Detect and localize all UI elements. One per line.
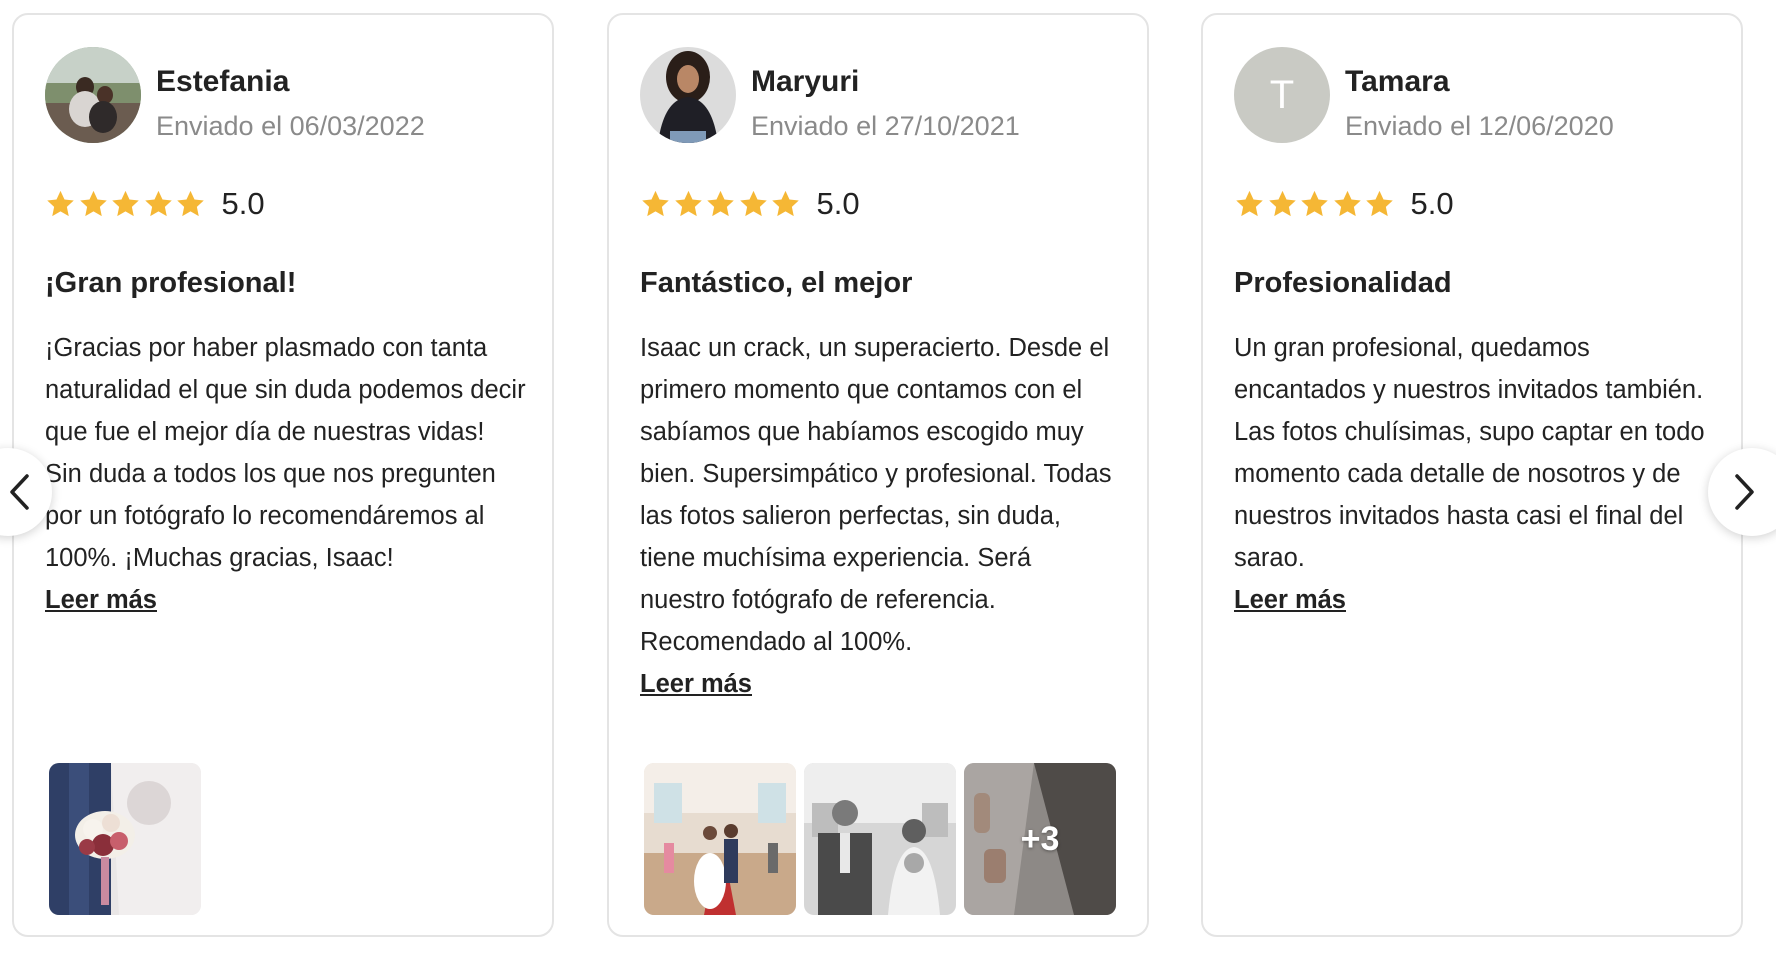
star-icon (739, 190, 767, 217)
star-icon (1236, 190, 1263, 217)
review-date: Enviado el 12/06/2020 (1345, 111, 1614, 141)
review-photo-thumbnail[interactable] (644, 763, 796, 915)
star-icon (1366, 190, 1393, 217)
chevron-right-icon (1735, 474, 1754, 510)
review-title: ¡Gran profesional! (45, 267, 297, 299)
star-icon (1333, 190, 1361, 217)
rating-score: 5.0 (1410, 186, 1454, 221)
review-card: T Tamara Enviado el 12/06/2020 5.0 Profe… (1201, 13, 1743, 937)
review-body-block: Un gran profesional, quedamos encantados… (1234, 327, 1716, 621)
review-text: Isaac un crack, un superacierto. Desde e… (640, 334, 1112, 656)
review-date: Enviado el 27/10/2021 (751, 111, 1020, 141)
review-photo-thumbnail[interactable] (804, 763, 956, 915)
review-card: Maryuri Enviado el 27/10/2021 5.0 Fantás… (607, 13, 1149, 937)
avatar (640, 47, 736, 143)
star-icon (177, 190, 204, 217)
review-text: Un gran profesional, quedamos encantados… (1234, 334, 1705, 572)
rating-score: 5.0 (816, 186, 860, 221)
review-date: Enviado el 06/03/2022 (156, 111, 425, 141)
rating-score: 5.0 (221, 186, 265, 221)
review-photo-thumbnail[interactable]: +3 (964, 763, 1116, 915)
review-text: ¡Gracias por haber plasmado con tanta na… (45, 334, 526, 572)
more-photos-count: +3 (1020, 819, 1060, 858)
review-card: Estefania Enviado el 06/03/2022 5.0 ¡Gra… (12, 13, 554, 937)
author-name: Tamara (1345, 65, 1450, 98)
star-rating: 5.0 (45, 186, 265, 221)
read-more-link[interactable]: Leer más (45, 579, 527, 621)
star-rating: 5.0 (640, 186, 860, 221)
star-icon (112, 190, 139, 217)
review-photo-thumbnail[interactable] (49, 763, 201, 915)
review-body-block: Isaac un crack, un superacierto. Desde e… (640, 327, 1122, 705)
star-icon (79, 190, 107, 217)
review-title: Profesionalidad (1234, 267, 1452, 299)
star-icon (674, 190, 702, 217)
author-name: Estefania (156, 65, 290, 98)
star-icon (1268, 190, 1296, 217)
reviews-carousel: Estefania Enviado el 06/03/2022 5.0 ¡Gra… (0, 0, 1776, 958)
author-name: Maryuri (751, 65, 860, 98)
star-icon (1301, 190, 1328, 217)
review-photos: +3 (644, 763, 1116, 915)
read-more-link[interactable]: Leer más (640, 663, 1122, 705)
star-icon (707, 190, 734, 217)
review-body-block: ¡Gracias por haber plasmado con tanta na… (45, 327, 527, 621)
avatar (45, 47, 141, 143)
chevron-left-icon (10, 474, 29, 510)
star-icon (47, 190, 74, 217)
avatar: T (1234, 47, 1330, 143)
star-rating: 5.0 (1234, 186, 1454, 221)
review-photos (49, 763, 201, 915)
star-icon (772, 190, 799, 217)
review-title: Fantástico, el mejor (640, 267, 913, 299)
star-icon (144, 190, 172, 217)
star-icon (642, 190, 669, 217)
read-more-link[interactable]: Leer más (1234, 579, 1716, 621)
